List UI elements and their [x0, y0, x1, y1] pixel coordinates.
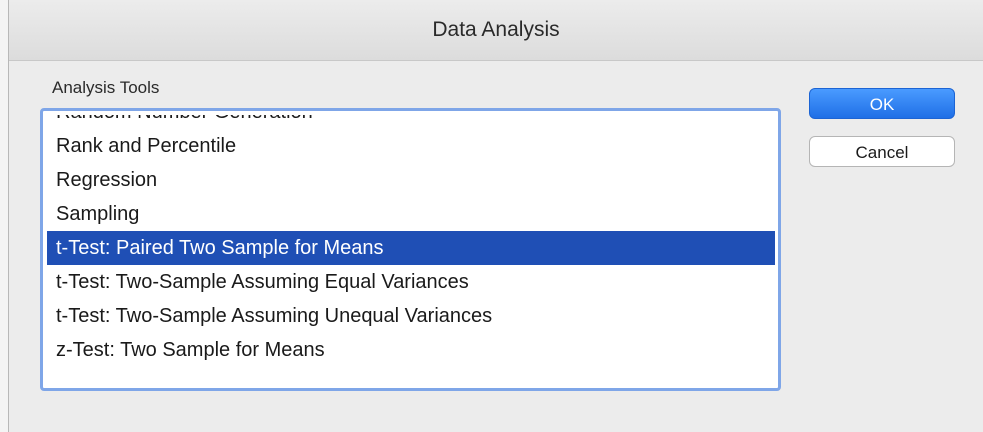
- list-item[interactable]: Regression: [47, 163, 775, 197]
- list-item[interactable]: Random Number Generation: [47, 115, 775, 129]
- data-analysis-dialog: Data Analysis Analysis Tools Random Numb…: [0, 0, 983, 432]
- analysis-tools-list[interactable]: Random Number Generation Rank and Percen…: [47, 115, 775, 385]
- ok-button[interactable]: OK: [809, 88, 955, 119]
- list-item[interactable]: t-Test: Two-Sample Assuming Unequal Vari…: [47, 299, 775, 333]
- list-item[interactable]: Sampling: [47, 197, 775, 231]
- analysis-tools-list-content: Random Number Generation Rank and Percen…: [47, 115, 775, 367]
- analysis-tools-label: Analysis Tools: [52, 78, 160, 97]
- dialog-title: Data Analysis: [432, 18, 560, 41]
- dialog-left-border: [8, 0, 9, 432]
- background-window-strip: [0, 0, 8, 432]
- dialog-titlebar[interactable]: Data Analysis: [9, 0, 983, 61]
- cancel-button[interactable]: Cancel: [809, 136, 955, 167]
- list-item[interactable]: z-Test: Two Sample for Means: [47, 333, 775, 367]
- list-item[interactable]: Rank and Percentile: [47, 129, 775, 163]
- list-item-selected[interactable]: t-Test: Paired Two Sample for Means: [47, 231, 775, 265]
- list-item[interactable]: t-Test: Two-Sample Assuming Equal Varian…: [47, 265, 775, 299]
